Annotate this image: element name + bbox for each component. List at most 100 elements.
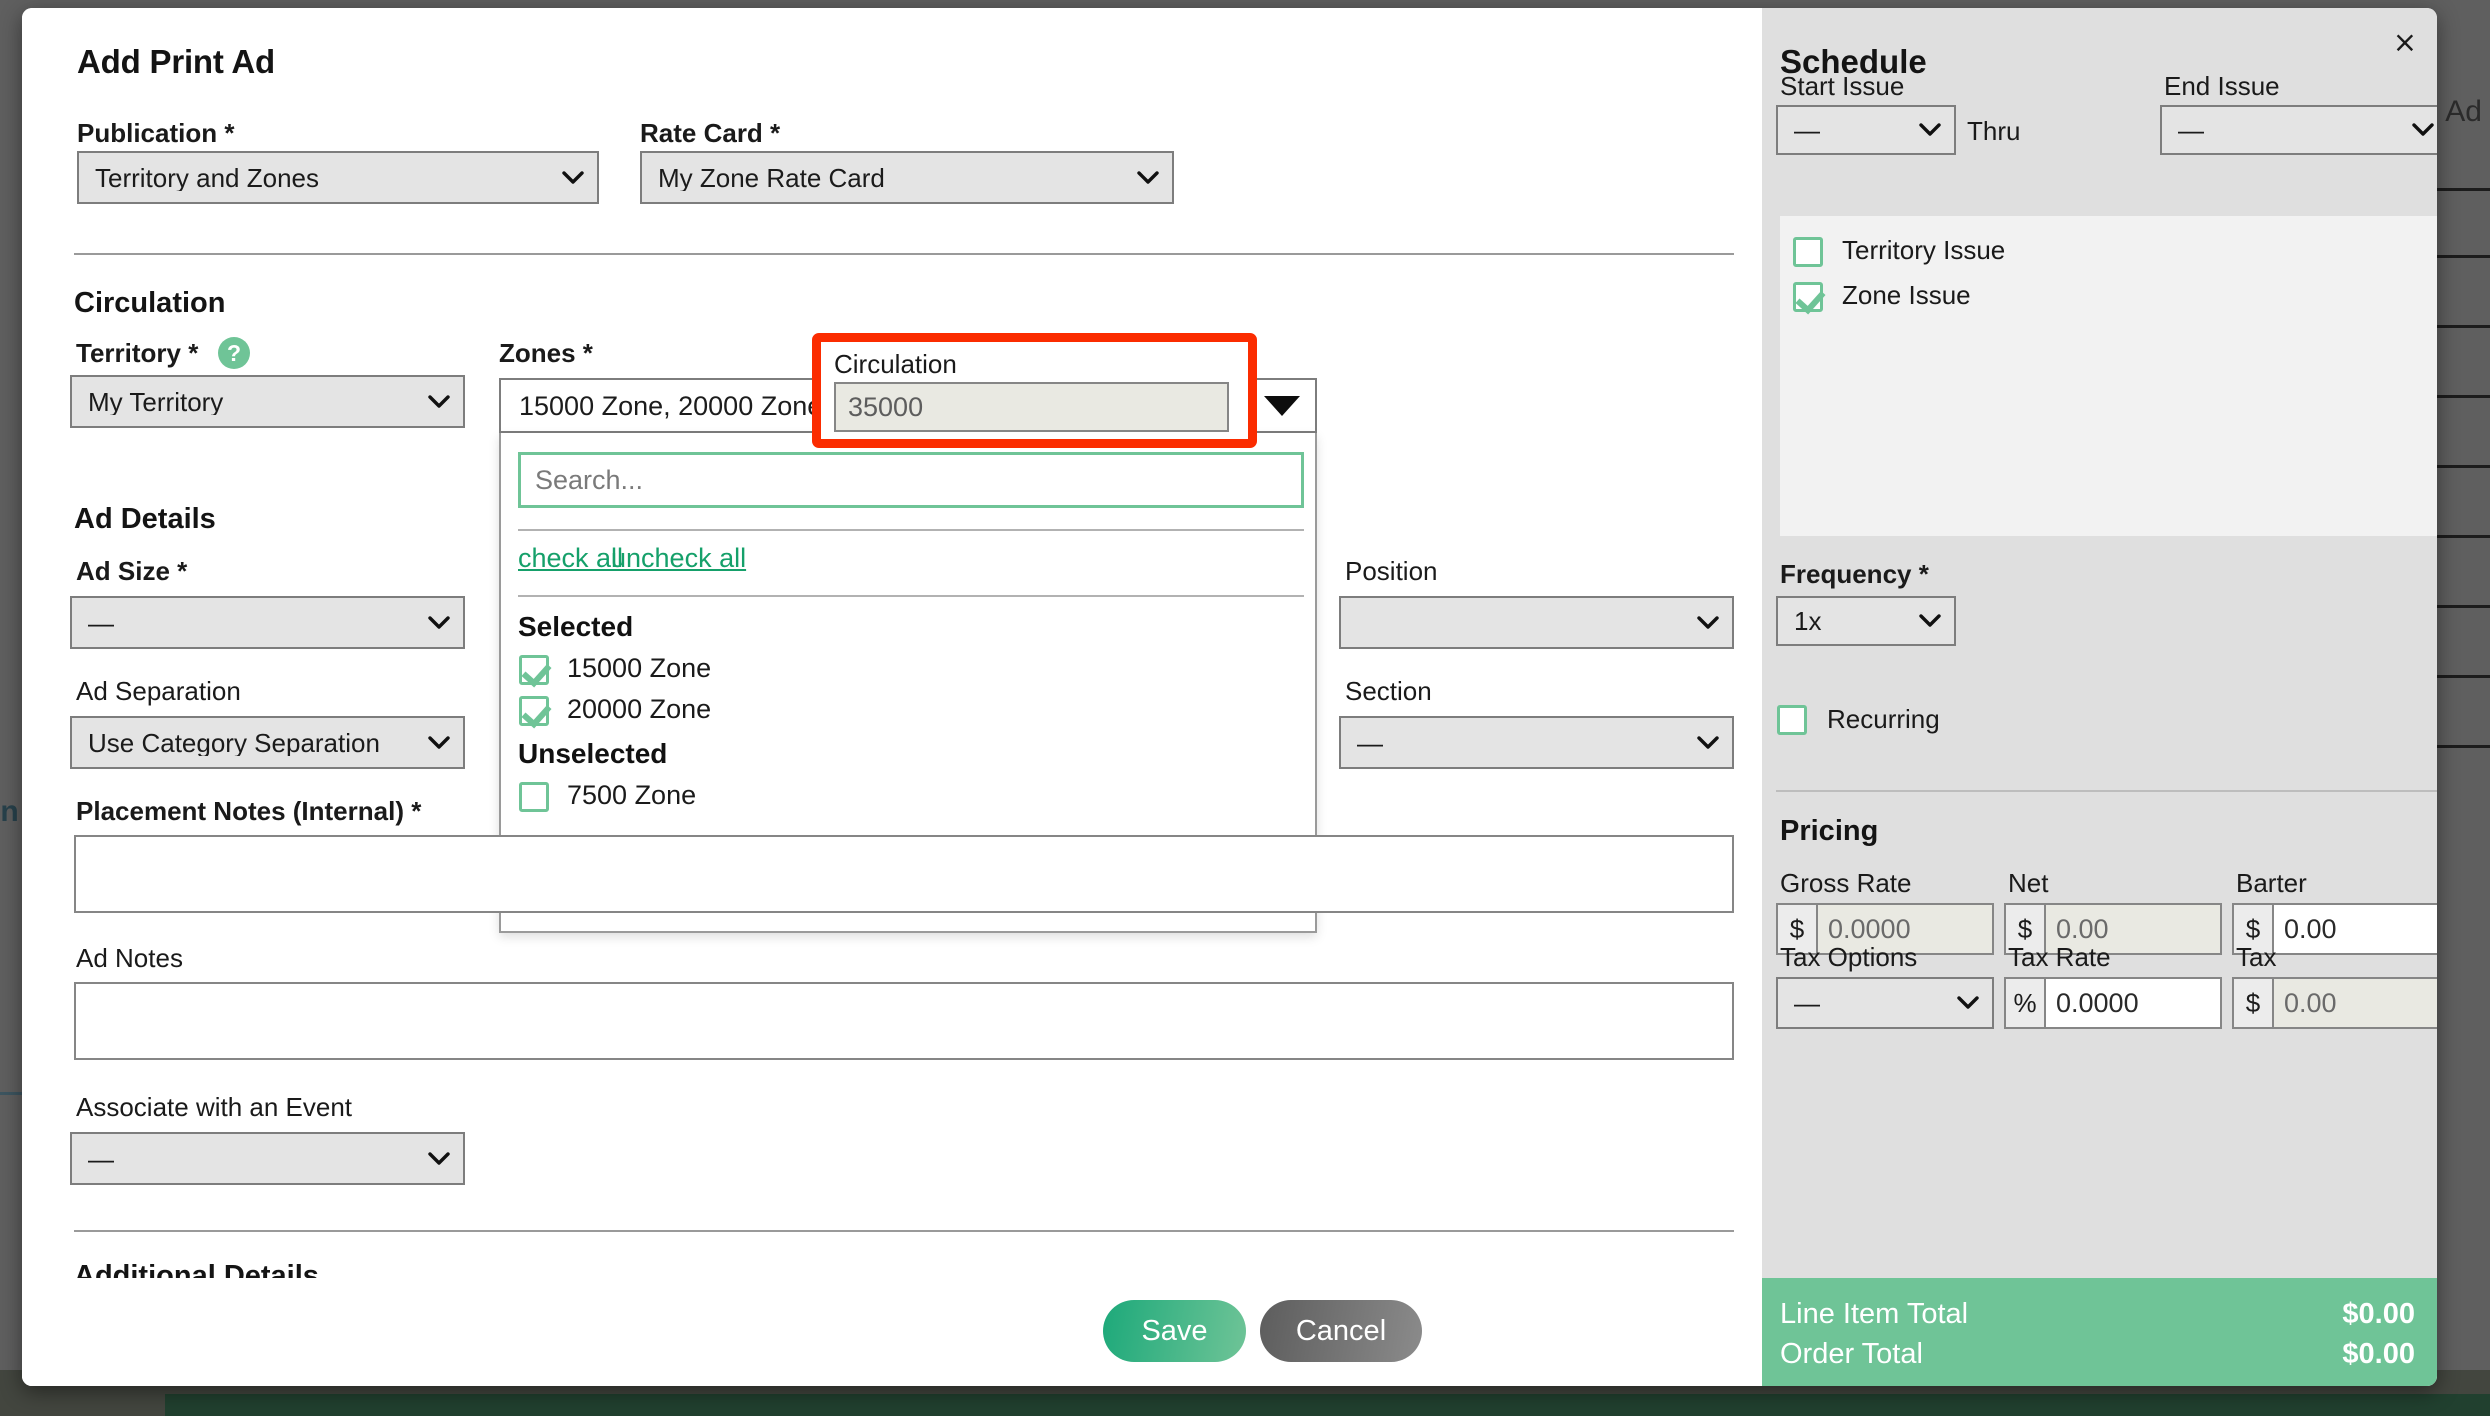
rate-card-select[interactable]: My Zone Rate Card	[640, 151, 1174, 204]
section-select-wrapper[interactable]: —	[1339, 716, 1734, 769]
territory-select-wrapper[interactable]: My Territory	[70, 375, 465, 428]
zones-selected-value: 15000 Zone, 20000 Zone	[519, 391, 822, 422]
ad-separation-select-wrapper[interactable]: Use Category Separation	[70, 716, 465, 769]
rate-card-select-wrapper[interactable]: My Zone Rate Card	[640, 151, 1174, 204]
zone-label-7500: 7500 Zone	[567, 780, 696, 811]
territory-issue-checkbox[interactable]	[1793, 237, 1823, 267]
recurring-checkbox[interactable]	[1777, 705, 1807, 735]
question-icon[interactable]: ?	[218, 337, 250, 369]
tax-rate-label: Tax Rate	[2008, 942, 2111, 973]
frequency-select-wrapper[interactable]: 1x	[1776, 596, 1956, 646]
save-button[interactable]: Save	[1103, 1300, 1246, 1362]
tax-input[interactable]	[2274, 979, 2437, 1027]
order-total-value: $0.00	[2342, 1338, 2415, 1371]
page-title: Add Print Ad	[77, 43, 275, 81]
zones-search-input[interactable]	[518, 452, 1304, 508]
tax-rate-input[interactable]	[2046, 979, 2220, 1027]
issue-options-list: Territory Issue Zone Issue	[1780, 216, 2437, 536]
tax-field[interactable]: $	[2232, 977, 2437, 1029]
modal-main-pane: Add Print Ad Publication * Territory and…	[22, 8, 1762, 1386]
associate-event-label: Associate with an Event	[76, 1092, 352, 1123]
tax-options-select-wrapper[interactable]: —	[1776, 977, 1994, 1029]
start-issue-select[interactable]: —	[1776, 105, 1956, 155]
totals-bar: Line Item Total $0.00 Order Total $0.00	[1762, 1278, 2437, 1386]
territory-issue-label: Territory Issue	[1842, 235, 2005, 266]
ad-notes-label: Ad Notes	[76, 943, 183, 974]
associate-event-select-wrapper[interactable]: —	[70, 1132, 465, 1185]
line-item-total-label: Line Item Total	[1780, 1298, 1968, 1331]
background-text-fragment-right: Ad	[2445, 95, 2482, 129]
tax-options-select[interactable]: —	[1776, 977, 1994, 1029]
modal-footer: Save Cancel	[22, 1278, 1762, 1386]
close-icon[interactable]: ×	[2393, 28, 2417, 57]
start-issue-select-wrapper[interactable]: —	[1776, 105, 1956, 155]
section-divider	[74, 253, 1734, 255]
placement-notes-label: Placement Notes (Internal) *	[76, 796, 421, 827]
thru-label: Thru	[1967, 116, 2020, 147]
rate-card-label: Rate Card *	[640, 118, 780, 149]
cancel-button[interactable]: Cancel	[1260, 1300, 1422, 1362]
barter-input[interactable]	[2274, 905, 2437, 953]
zone-label-20000: 20000 Zone	[567, 694, 711, 725]
publication-label: Publication *	[77, 118, 234, 149]
dollar-sign-icon: $	[2234, 979, 2274, 1027]
territory-label: Territory *	[76, 338, 198, 369]
check-all-link[interactable]: check all	[518, 543, 623, 574]
gross-rate-label: Gross Rate	[1780, 868, 1912, 899]
zones-label: Zones *	[499, 338, 593, 369]
circulation-input[interactable]	[834, 382, 1229, 432]
zones-dropdown-toggle[interactable]	[1247, 380, 1315, 431]
circulation-section-heading: Circulation	[74, 287, 225, 320]
tax-rate-field[interactable]: %	[2004, 977, 2222, 1029]
zone-checkbox-15000[interactable]	[519, 655, 549, 685]
tax-label: Tax	[2236, 942, 2276, 973]
tax-options-label: Tax Options	[1780, 942, 1917, 973]
circulation-field-label: Circulation	[834, 349, 957, 380]
add-print-ad-modal: Add Print Ad Publication * Territory and…	[22, 8, 2437, 1386]
zone-label-15000: 15000 Zone	[567, 653, 711, 684]
dropdown-divider	[518, 595, 1304, 597]
ad-separation-label: Ad Separation	[76, 676, 241, 707]
ad-separation-select[interactable]: Use Category Separation	[70, 716, 465, 769]
ad-size-select[interactable]: —	[70, 596, 465, 649]
order-total-label: Order Total	[1780, 1338, 1923, 1371]
publication-select[interactable]: Territory and Zones	[77, 151, 599, 204]
app-background: e on n Ad Add Print Ad Publication * Ter…	[0, 0, 2490, 1416]
selected-group-heading: Selected	[518, 611, 633, 643]
zone-checkbox-20000[interactable]	[519, 696, 549, 726]
unselected-group-heading: Unselected	[518, 738, 667, 770]
associate-event-select[interactable]: —	[70, 1132, 465, 1185]
end-issue-select[interactable]: —	[2160, 105, 2437, 155]
modal-side-pane: × Schedule Start Issue — Thru End Issue …	[1762, 8, 2437, 1386]
position-select-wrapper[interactable]	[1339, 596, 1734, 649]
position-select[interactable]	[1339, 596, 1734, 649]
frequency-select[interactable]: 1x	[1776, 596, 1956, 646]
publication-select-wrapper[interactable]: Territory and Zones	[77, 151, 599, 204]
recurring-label: Recurring	[1827, 704, 1940, 735]
ad-notes-textarea[interactable]	[74, 982, 1734, 1060]
end-issue-label: End Issue	[2164, 71, 2280, 102]
zone-issue-label: Zone Issue	[1842, 280, 1971, 311]
territory-select[interactable]: My Territory	[70, 375, 465, 428]
placement-notes-textarea[interactable]	[74, 835, 1734, 913]
position-label: Position	[1345, 556, 1438, 587]
percent-sign-icon: %	[2006, 979, 2046, 1027]
start-issue-label: Start Issue	[1780, 71, 1904, 102]
uncheck-all-link[interactable]: uncheck all	[611, 543, 746, 574]
net-label: Net	[2008, 868, 2048, 899]
pricing-divider	[1776, 790, 2437, 792]
ad-details-heading: Ad Details	[74, 503, 216, 536]
section-divider	[74, 1230, 1734, 1232]
section-select[interactable]: —	[1339, 716, 1734, 769]
section-label: Section	[1345, 676, 1432, 707]
barter-label: Barter	[2236, 868, 2307, 899]
pricing-heading: Pricing	[1780, 815, 1878, 848]
ad-size-label: Ad Size *	[76, 556, 187, 587]
end-issue-select-wrapper[interactable]: —	[2160, 105, 2437, 155]
ad-size-select-wrapper[interactable]: —	[70, 596, 465, 649]
line-item-total-value: $0.00	[2342, 1298, 2415, 1331]
frequency-label: Frequency *	[1780, 559, 1929, 590]
zone-checkbox-7500[interactable]	[519, 782, 549, 812]
zone-issue-checkbox[interactable]	[1793, 282, 1823, 312]
triangle-down-icon	[1264, 396, 1300, 416]
